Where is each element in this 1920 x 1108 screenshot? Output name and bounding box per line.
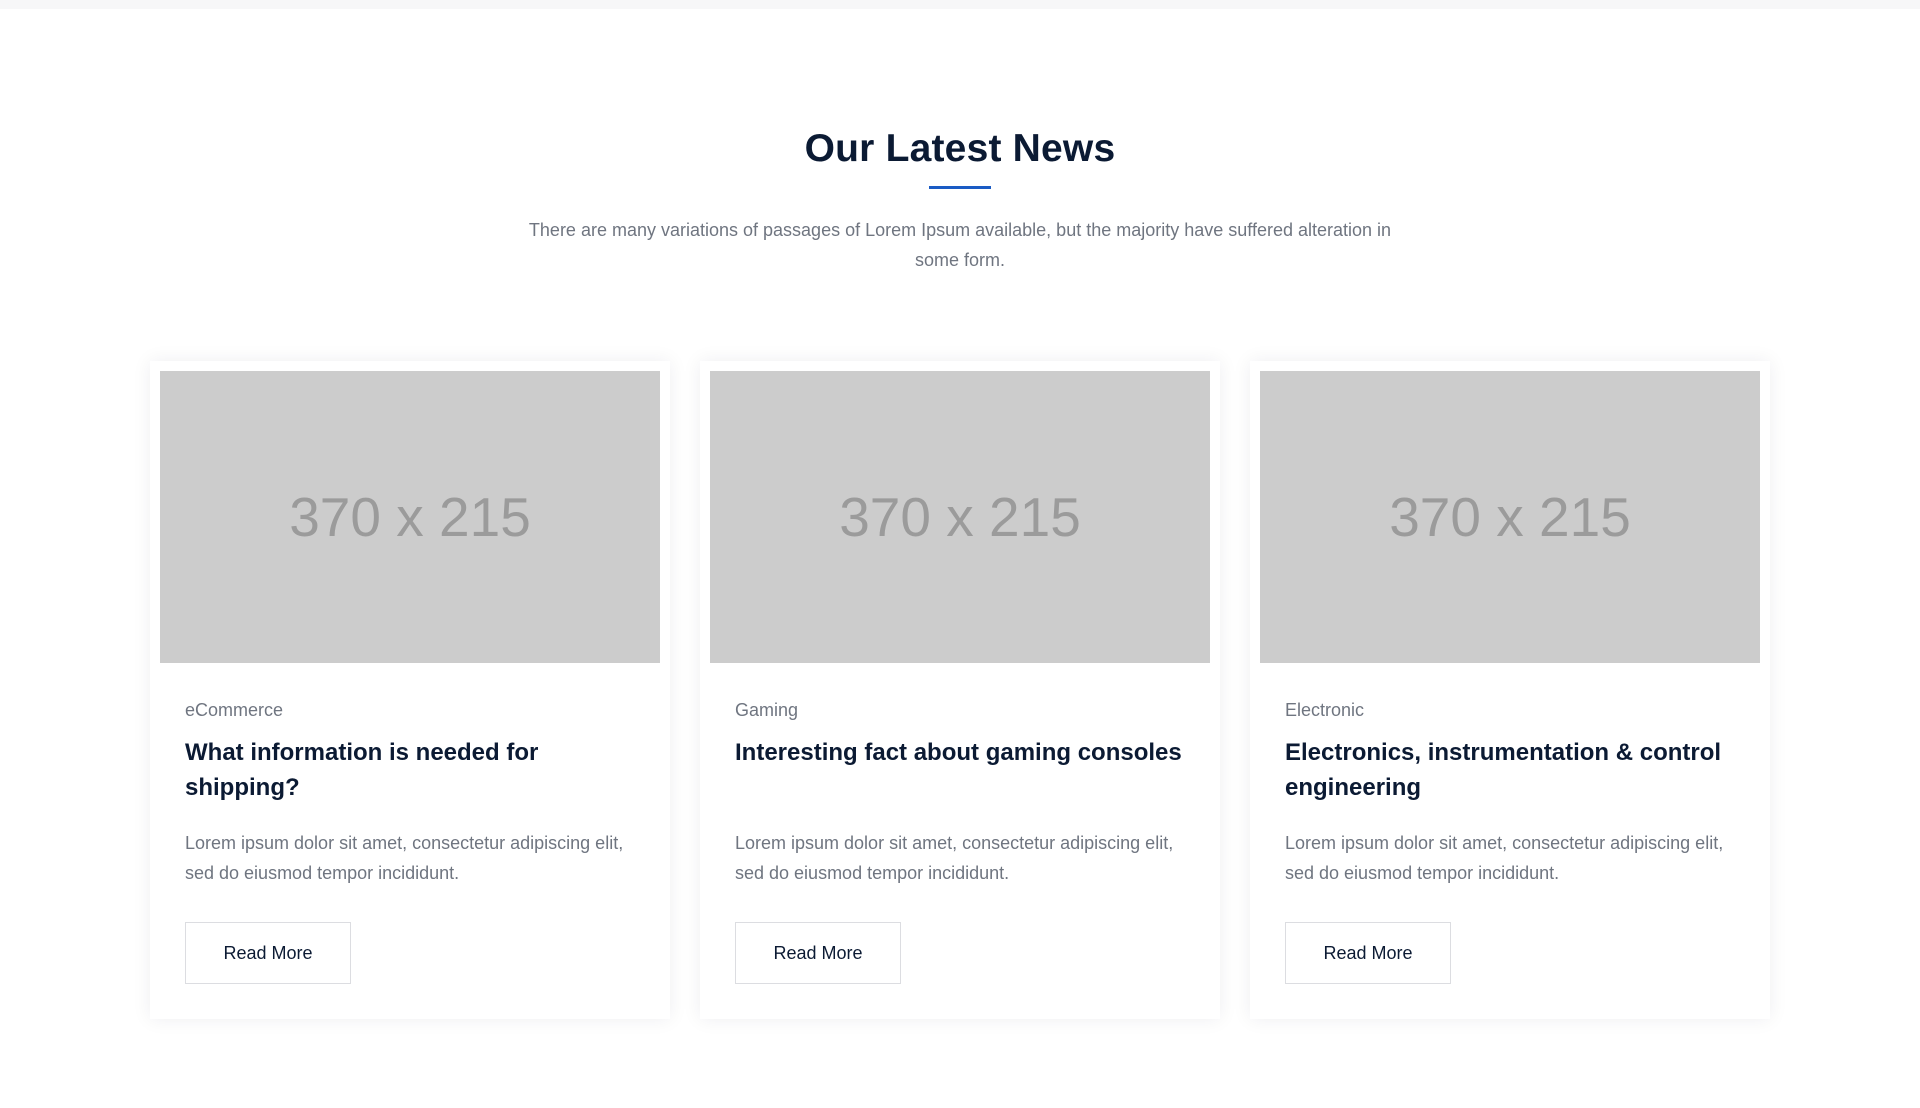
image-size-label: 370 x 215: [1389, 486, 1631, 548]
image-size-label: 370 x 215: [289, 486, 531, 548]
news-excerpt: Lorem ipsum dolor sit amet, consectetur …: [735, 833, 1174, 883]
news-image-placeholder[interactable]: 370 x 215: [160, 371, 660, 663]
section-title: Our Latest News: [804, 127, 1116, 170]
read-more-button[interactable]: Read More: [185, 922, 351, 984]
news-title[interactable]: What information is needed for shipping?: [185, 735, 645, 805]
title-underline: [929, 186, 991, 189]
news-card-list: 370 x 215 eCommerce What information is …: [150, 361, 1770, 1019]
read-more-button[interactable]: Read More: [735, 922, 901, 984]
news-category[interactable]: Electronic: [1285, 700, 1364, 721]
news-title[interactable]: Electronics, instrumentation & control e…: [1285, 735, 1745, 805]
news-card: 370 x 215 eCommerce What information is …: [150, 361, 670, 1019]
news-excerpt: Lorem ipsum dolor sit amet, consectetur …: [185, 833, 624, 883]
news-excerpt: Lorem ipsum dolor sit amet, consectetur …: [1285, 833, 1724, 883]
news-card: 370 x 215 Electronic Electronics, instru…: [1250, 361, 1770, 1019]
news-image-placeholder[interactable]: 370 x 215: [710, 371, 1210, 663]
news-title[interactable]: Interesting fact about gaming consoles: [735, 735, 1195, 770]
top-section-edge: [0, 0, 1920, 9]
image-size-label: 370 x 215: [839, 486, 1081, 548]
latest-news-section: Our Latest News There are many variation…: [0, 9, 1920, 1108]
read-more-button[interactable]: Read More: [1285, 922, 1451, 984]
news-category[interactable]: eCommerce: [185, 700, 283, 721]
news-image-placeholder[interactable]: 370 x 215: [1260, 371, 1760, 663]
news-category[interactable]: Gaming: [735, 700, 798, 721]
section-description: There are many variations of passages of…: [528, 220, 1392, 270]
news-card: 370 x 215 Gaming Interesting fact about …: [700, 361, 1220, 1019]
